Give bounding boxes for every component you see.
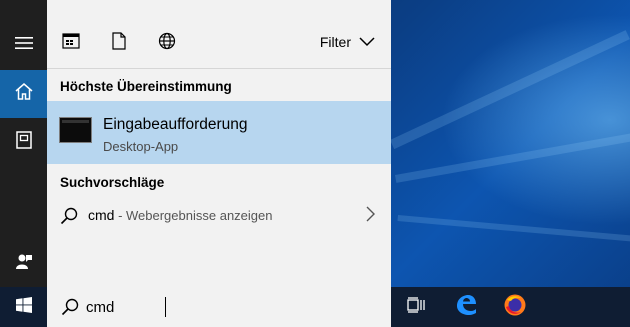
firefox-button[interactable] — [495, 287, 535, 327]
best-match-item[interactable]: Eingabeaufforderung Desktop-App — [47, 101, 391, 164]
web-filter-button[interactable] — [156, 32, 178, 54]
web-icon — [158, 32, 176, 55]
best-match-app-type: Desktop-App — [103, 139, 179, 154]
task-view-button[interactable] — [396, 287, 436, 327]
search-input[interactable] — [86, 296, 366, 318]
apps-filter-button[interactable] — [60, 32, 82, 54]
home-icon — [15, 83, 33, 105]
feedback-button[interactable] — [0, 239, 47, 287]
start-rail — [0, 0, 47, 287]
chevron-right-icon[interactable] — [365, 206, 375, 227]
chevron-down-icon — [359, 34, 375, 50]
edge-button[interactable] — [446, 287, 486, 327]
best-match-heading: Höchste Übereinstimmung — [60, 79, 232, 94]
hamburger-menu-icon — [14, 36, 33, 55]
taskbar — [0, 287, 630, 327]
notebook-button[interactable] — [0, 118, 47, 166]
home-button[interactable] — [0, 70, 47, 118]
suggestion-item[interactable]: cmd - Webergebnisse anzeigen — [47, 199, 391, 233]
windows-logo-icon — [15, 296, 32, 318]
filter-dropdown[interactable]: Filter — [320, 34, 375, 50]
suggestion-query: cmd — [88, 207, 115, 223]
best-match-app-name: Eingabeaufforderung — [103, 116, 248, 133]
filter-label: Filter — [319, 34, 351, 50]
task-view-icon — [407, 296, 425, 318]
search-icon — [60, 207, 78, 230]
notebook-icon — [15, 130, 32, 154]
suggestion-detail: - Webergebnisse anzeigen — [114, 208, 273, 223]
suggestions-heading: Suchvorschläge — [60, 175, 165, 190]
command-prompt-icon — [59, 117, 92, 143]
documents-icon — [112, 31, 126, 55]
text-caret — [165, 297, 166, 317]
documents-filter-button[interactable] — [108, 31, 130, 55]
edge-icon — [454, 293, 478, 322]
start-button[interactable] — [0, 287, 47, 327]
hamburger-menu-button[interactable] — [0, 21, 47, 69]
search-toolbar: Filter — [47, 0, 391, 69]
search-results-panel: Filter Höchste Übereinstimmung Eingabeau… — [47, 0, 391, 287]
feedback-icon — [15, 252, 33, 275]
firefox-icon — [503, 293, 527, 322]
apps-icon — [62, 32, 80, 54]
taskbar-search-box[interactable] — [47, 287, 391, 327]
search-icon — [61, 298, 79, 321]
